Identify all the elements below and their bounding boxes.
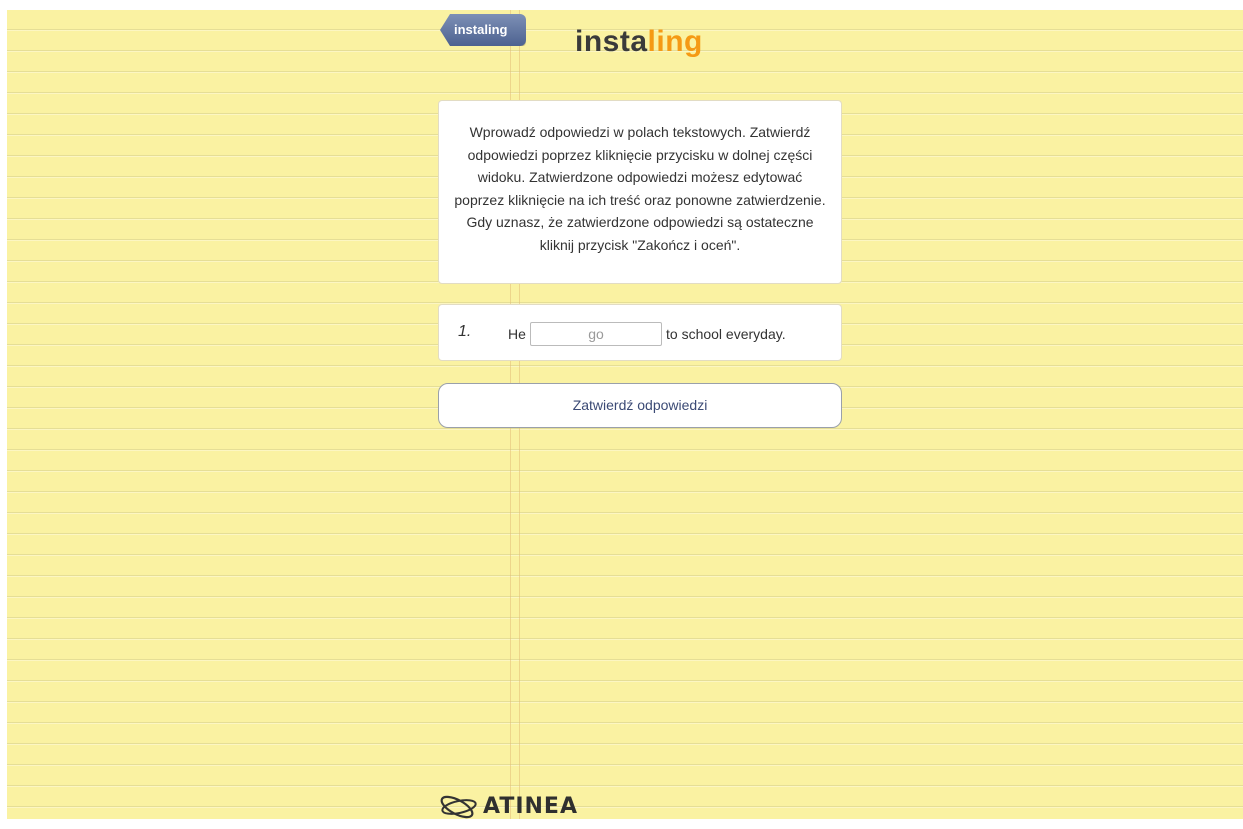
atinea-logo: ATINEA — [437, 789, 578, 825]
question-text-after: to school everyday. — [666, 326, 786, 342]
atinea-brand-text: ATINEA — [483, 794, 578, 819]
logo-part-ling: ling — [647, 25, 703, 58]
submit-answers-button[interactable]: Zatwierdź odpowiedzi — [438, 383, 842, 428]
back-to-instaling-button[interactable]: instaling — [440, 14, 526, 46]
instaling-logo: instaling — [575, 22, 703, 62]
instructions-card: Wprowadź odpowiedzi w polach tekstowych.… — [438, 100, 842, 284]
atinea-swirl-icon — [440, 795, 477, 819]
question-text-before: He — [508, 326, 526, 342]
question-card: 1. He to school everyday. — [438, 304, 842, 361]
instructions-text: Wprowadź odpowiedzi w polach tekstowych.… — [454, 124, 826, 253]
question-number: 1. — [458, 323, 472, 340]
answer-input[interactable] — [530, 322, 662, 346]
logo-part-insta: insta — [575, 25, 648, 58]
